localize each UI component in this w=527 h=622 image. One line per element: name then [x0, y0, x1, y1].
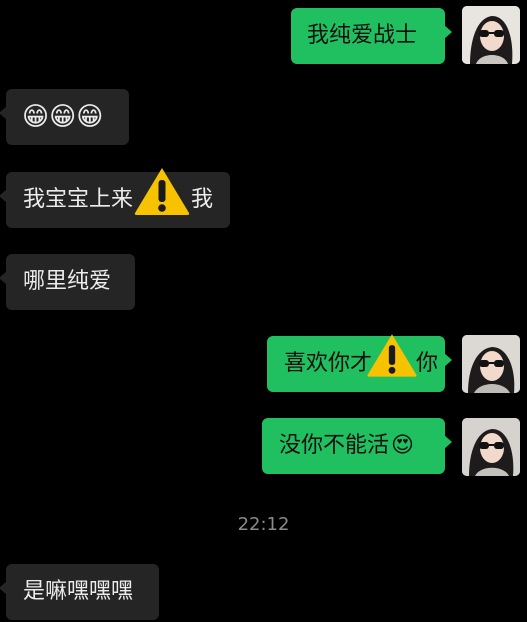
message-text: 我纯爱战士 [307, 23, 418, 48]
warning-triangle-icon [134, 168, 190, 215]
outgoing-message-bubble[interactable]: 没你不能活 😍 [262, 418, 452, 474]
message-text: 是嘛嘿嘿嘿 [23, 579, 134, 604]
heart-eyes-emoji-icon: 😍 [391, 433, 414, 458]
outgoing-message-bubble[interactable]: 我纯爱战士 [291, 8, 452, 64]
incoming-message-bubble[interactable]: 我宝宝上来 我 [0, 172, 230, 228]
message-text: 我宝宝上来 [23, 187, 134, 212]
incoming-message-bubble[interactable]: 哪里纯爱 [0, 254, 135, 310]
avatar[interactable] [462, 418, 520, 476]
message-text: 没你不能活 [279, 433, 390, 458]
avatar-photo [462, 6, 520, 64]
message-text: 哪里纯爱 [23, 269, 112, 294]
avatar[interactable] [462, 335, 520, 393]
message-text: 喜欢你才 [284, 351, 373, 376]
avatar-photo [462, 418, 520, 476]
warning-triangle-icon [367, 334, 417, 377]
message-timestamp: 22:12 [237, 514, 290, 535]
message-text-tail: 你 [416, 351, 439, 376]
incoming-message-bubble[interactable]: 😁😁😁 [0, 89, 129, 145]
avatar[interactable] [462, 6, 520, 64]
grin-emoji-icon: 😁😁😁 [22, 102, 104, 132]
incoming-message-bubble[interactable]: 是嘛嘿嘿嘿 [0, 564, 159, 620]
avatar-photo [462, 335, 520, 393]
message-text-tail: 我 [191, 187, 214, 212]
